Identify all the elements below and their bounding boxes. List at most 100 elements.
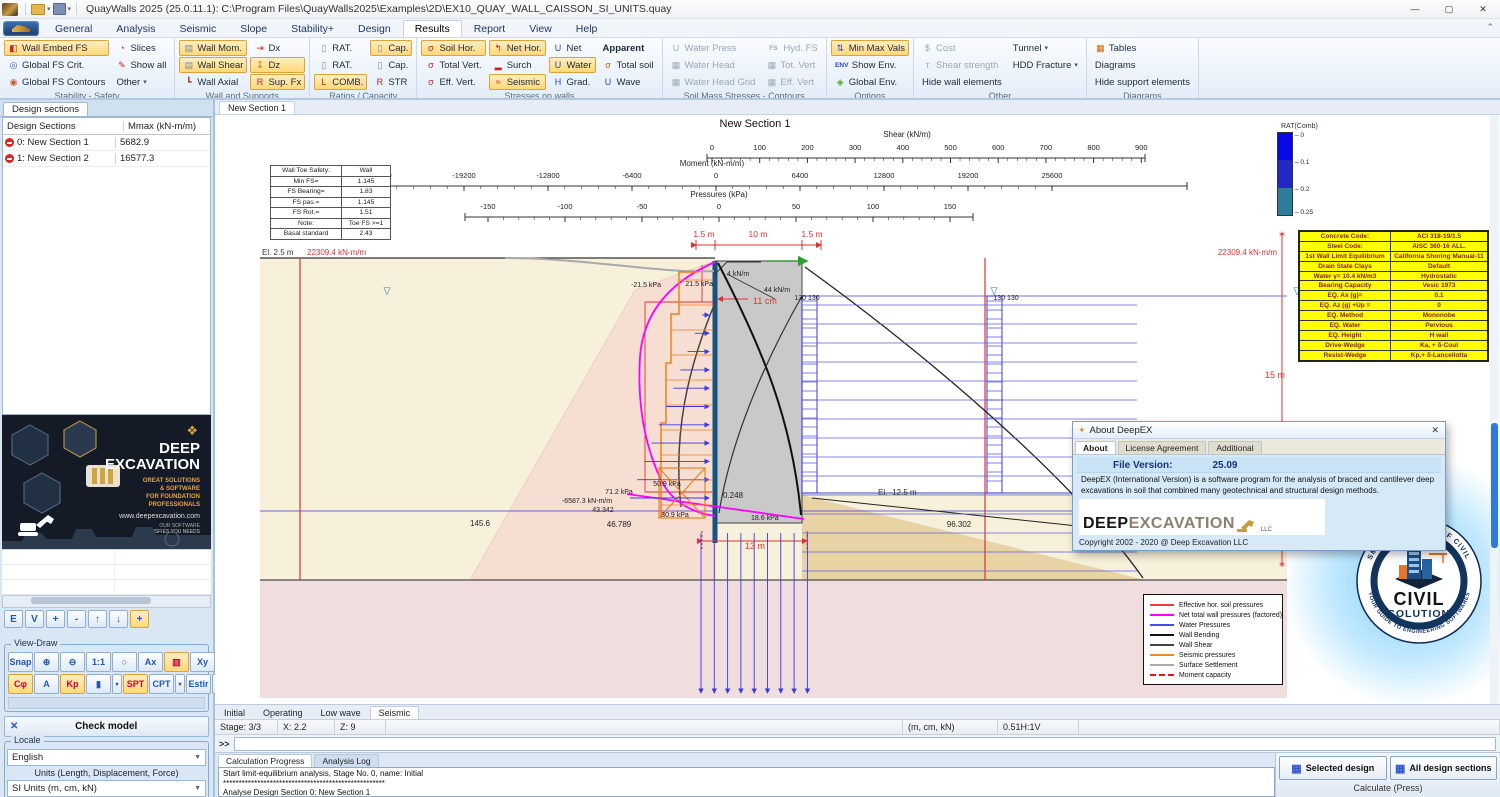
- ribbon-tab-seismic[interactable]: Seismic: [167, 20, 228, 37]
- sidebar-hscrollbar[interactable]: [2, 595, 211, 608]
- ribbon-button-wall-embed-fs[interactable]: ◧ Wall Embed FS: [4, 40, 110, 56]
- ribbon-button-show-all[interactable]: ✎ Show all: [112, 57, 170, 73]
- nav-button-blank-4[interactable]: ↑: [88, 610, 107, 628]
- nav-button-blank-3[interactable]: -: [67, 610, 86, 628]
- ribbon-tab-stability[interactable]: Stability+: [279, 20, 346, 37]
- ribbon-button-min-max-vals[interactable]: ⇅ Min Max Vals: [830, 40, 910, 56]
- dialog-close-icon[interactable]: ✕: [1431, 425, 1439, 436]
- close-button[interactable]: ✕: [1466, 0, 1500, 18]
- ribbon-button-wall-axial[interactable]: ┗ Wall Axial: [179, 74, 247, 90]
- about-tab-additional[interactable]: Additional: [1208, 441, 1262, 454]
- nav-button-blank-5[interactable]: ↓: [109, 610, 128, 628]
- tool-blank[interactable]: ▾: [112, 674, 122, 694]
- ribbon-button-apparent[interactable]: Apparent: [599, 40, 658, 56]
- ribbon-tab-results[interactable]: Results: [402, 20, 462, 37]
- ribbon-button-str[interactable]: R STR: [370, 74, 412, 90]
- ribbon-tab-view[interactable]: View: [517, 20, 564, 37]
- calculation-progress-log[interactable]: Start limit-equilibrium analysis, Stage …: [218, 767, 1275, 797]
- tool-blank[interactable]: ○: [112, 652, 137, 672]
- tool-c[interactable]: Cφ: [8, 674, 33, 694]
- units-select[interactable]: SI Units (m, cm, kN) ▼: [7, 780, 206, 797]
- ribbon-collapse-icon[interactable]: ⌃: [1486, 22, 1494, 33]
- minimize-button[interactable]: —: [1398, 0, 1432, 18]
- open-icon[interactable]: [31, 3, 45, 15]
- ribbon-button-net[interactable]: U Net: [549, 40, 596, 56]
- language-select[interactable]: English ▼: [7, 749, 206, 766]
- ribbon-button-slices[interactable]: ◔ Slices: [112, 40, 170, 56]
- ribbon-button-tunnel[interactable]: Tunnel ▾: [1009, 40, 1082, 56]
- ribbon-button-tables[interactable]: ▦ Tables: [1091, 40, 1194, 56]
- tool-kp[interactable]: Kp: [60, 674, 85, 694]
- ribbon-button-diagrams[interactable]: Diagrams: [1091, 57, 1194, 73]
- ribbon-button-global-fs-contours[interactable]: ◉ Global FS Contours: [4, 74, 109, 90]
- stage-tab-seismic[interactable]: Seismic: [369, 706, 420, 719]
- about-tab-about[interactable]: About: [1075, 441, 1116, 454]
- tool-a[interactable]: A: [34, 674, 59, 694]
- ribbon-button-hide-support-elements[interactable]: Hide support elements: [1091, 74, 1194, 90]
- ribbon-button-global-env[interactable]: ◈ Global Env.: [831, 74, 909, 90]
- command-input[interactable]: [233, 736, 1496, 751]
- ribbon-button-rat[interactable]: ▯ RAT.: [314, 57, 367, 73]
- canvas-scrollbar[interactable]: [1490, 115, 1499, 704]
- design-sections-tab[interactable]: Design sections: [3, 102, 89, 116]
- ribbon-button-rat[interactable]: ▯ RAT.: [314, 40, 367, 56]
- canvas-scrollbar-thumb[interactable]: [1491, 423, 1498, 548]
- nav-button-blank-2[interactable]: +: [46, 610, 65, 628]
- open-dropdown-icon[interactable]: ▾: [47, 5, 51, 13]
- about-deepex-dialog[interactable]: ✦ About DeepEX ✕ About License Agreement A…: [1072, 421, 1446, 551]
- ribbon-button-comb[interactable]: L COMB.: [314, 74, 368, 90]
- ribbon-button-grad[interactable]: H Grad.: [549, 74, 596, 90]
- ribbon-button-surch[interactable]: ▂ Surch: [489, 57, 546, 73]
- column-header[interactable]: Design Sections: [3, 120, 124, 132]
- ribbon-tab-general[interactable]: General: [43, 20, 104, 37]
- ribbon-button-water[interactable]: U Water: [548, 57, 596, 73]
- ribbon-tab-analysis[interactable]: Analysis: [104, 20, 167, 37]
- ribbon-tab-design[interactable]: Design: [346, 20, 403, 37]
- tool-blank[interactable]: ⊖: [60, 652, 85, 672]
- ribbon-button-dx[interactable]: ⇥ Dx: [250, 40, 305, 56]
- ribbon-button-total-vert[interactable]: σ Total Vert.: [421, 57, 485, 73]
- nav-button-e-0[interactable]: E: [4, 610, 23, 628]
- column-header[interactable]: Mmax (kN-m/m): [124, 121, 210, 132]
- ribbon-button-total-soil[interactable]: σ Total soil: [599, 57, 658, 73]
- ribbon-button-wave[interactable]: U Wave: [599, 74, 658, 90]
- remove-icon[interactable]: [5, 138, 14, 147]
- ribbon-button-other[interactable]: Other ▾: [112, 74, 170, 90]
- ribbon-button-seismic[interactable]: ≈ Seismic: [488, 74, 546, 90]
- log-tab-calculation-progress[interactable]: Calculation Progress: [218, 754, 313, 767]
- tool-blank[interactable]: ▥: [164, 652, 189, 672]
- ribbon-button-hide-wall-elements[interactable]: Hide wall elements: [918, 74, 1006, 90]
- save-dropdown-icon[interactable]: ▾: [68, 5, 72, 13]
- save-icon[interactable]: [52, 3, 66, 15]
- tool-xy[interactable]: Xy: [190, 652, 215, 672]
- tool-cpt[interactable]: CPT: [149, 674, 174, 694]
- ribbon-button-dz[interactable]: ↧ Dz: [250, 57, 306, 73]
- ribbon-button-cap[interactable]: ▯ Cap.: [370, 57, 412, 73]
- drawing-area[interactable]: Shear (kN/m) 0 100 200 300 400 500 600 700 800 900…: [215, 115, 1500, 704]
- ribbon-tab-slope[interactable]: Slope: [228, 20, 279, 37]
- ribbon-button-soil-hor[interactable]: σ Soil Hor.: [421, 40, 486, 56]
- app-menu-button[interactable]: [3, 21, 39, 36]
- ribbon-tab-report[interactable]: Report: [462, 20, 518, 37]
- doc-tab-new-section-1[interactable]: New Section 1: [219, 101, 296, 114]
- tool-blank[interactable]: ▮: [86, 674, 111, 694]
- ribbon-button-sup-fx[interactable]: R Sup. Fx: [250, 74, 306, 90]
- ribbon-button-show-env[interactable]: ENV Show Env.: [831, 57, 909, 73]
- check-model-button[interactable]: ✕ Check model: [4, 716, 209, 737]
- stage-tab-low-wave[interactable]: Low wave: [312, 706, 370, 719]
- about-tab-license-agreement[interactable]: License Agreement: [1117, 441, 1207, 454]
- deep-excavation-banner[interactable]: ❖ DEEP EXCAVATION GREAT SOLUTIONS & SOFT…: [2, 415, 211, 549]
- ribbon-button-net-hor[interactable]: ↰ Net Hor.: [488, 40, 546, 56]
- ribbon-button-global-fs-crit[interactable]: ◎ Global FS Crit.: [4, 57, 109, 73]
- ribbon-tab-help[interactable]: Help: [564, 20, 610, 37]
- nav-button-blank-6[interactable]: +: [130, 610, 149, 628]
- tool-1-1[interactable]: 1:1: [86, 652, 111, 672]
- design-section-row[interactable]: 1: New Section 2 16577.3: [3, 151, 210, 167]
- tool-blank[interactable]: ▾: [175, 674, 185, 694]
- selected-design-button[interactable]: ▦ Selected design: [1279, 756, 1387, 780]
- remove-icon[interactable]: [5, 154, 14, 163]
- all-design-sections-button[interactable]: ▦ All design sections: [1389, 756, 1497, 780]
- tool-snap[interactable]: Snap: [8, 652, 33, 672]
- ribbon-button-wall-mom[interactable]: ▤ Wall Mom.: [179, 40, 248, 56]
- tool-estir[interactable]: Estir: [186, 674, 211, 694]
